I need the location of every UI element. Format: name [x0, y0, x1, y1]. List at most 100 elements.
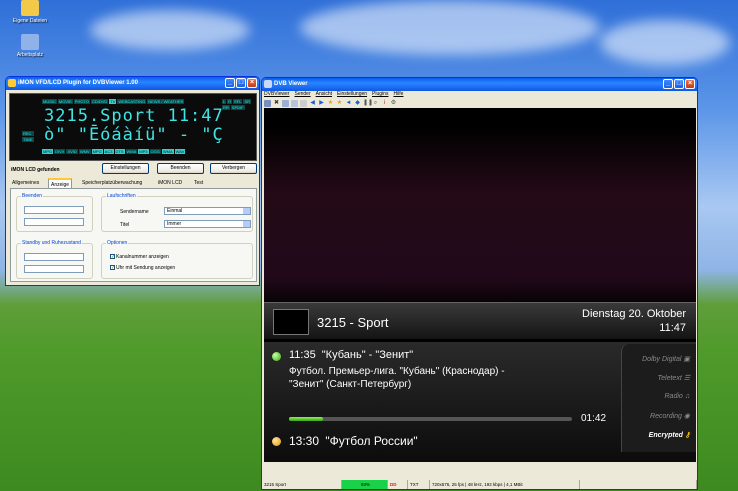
tab-general[interactable]: Allgemeines	[10, 178, 41, 188]
osd-header: 3215 - Sport Dienstag 20. Oktober 11:47	[264, 302, 696, 339]
signal-strength: 93%	[342, 480, 388, 489]
desktop-edge	[698, 0, 738, 491]
close-button[interactable]: ×	[247, 78, 257, 88]
encrypted-indicator: Encrypted ⚷	[649, 431, 690, 439]
favorite-icon[interactable]: ★	[327, 100, 334, 107]
group-quit: Beenden	[16, 193, 93, 232]
desktop-icon-eigene-dateien[interactable]: Eigene Dateien	[5, 0, 55, 24]
menu-view[interactable]: Ansicht	[316, 91, 332, 98]
toolbar: ✖ ◀ ▶ ★ ★ ◄ ◆ ❚❚ ⌕ i ⚙	[262, 98, 697, 108]
imon-titlebar[interactable]: iMON VFD/LCD Plugin for DVBViewer 1.00 _…	[6, 77, 259, 90]
menu-help[interactable]: Hilfe	[393, 91, 403, 98]
display-icon[interactable]	[291, 99, 298, 107]
channel-name: 3215 - Sport	[317, 315, 389, 330]
group-legend: Standby und Ruhezustand	[21, 240, 82, 246]
volume-icon[interactable]: ◆	[354, 100, 361, 107]
osd-date: Dienstag 20. Oktober	[582, 308, 686, 320]
osd-time: 11:47	[659, 322, 686, 334]
minimize-button[interactable]: _	[663, 79, 673, 89]
hide-button[interactable]: Verbergen	[210, 163, 257, 174]
tab-test[interactable]: Test	[192, 178, 205, 188]
lcd-top-tag: MOVIE	[57, 99, 73, 104]
key-icon: ⚷	[684, 432, 690, 439]
record-tool-icon[interactable]	[300, 99, 307, 107]
group-legend: Beenden	[21, 193, 44, 199]
folder-icon	[21, 0, 39, 16]
next-time: 13:30	[289, 434, 320, 448]
indicator-label: Encrypted	[648, 432, 683, 439]
show-channel-number-checkbox[interactable]: ✓Kanalnummer anzeigen	[110, 254, 169, 260]
computer-icon	[21, 34, 39, 50]
maximize-button[interactable]: □	[236, 78, 246, 88]
fullscreen-icon[interactable]	[264, 99, 271, 107]
dolby-icon: ▣	[683, 356, 690, 363]
favorite-add-icon[interactable]: ★	[336, 100, 343, 107]
tab-strip: Allgemeines Anzeige Speicherplatzüberwac…	[10, 178, 257, 188]
close-tool-icon[interactable]: ✖	[273, 100, 280, 107]
quit-field-2[interactable]	[24, 218, 84, 226]
lcd-bottom-tag: DTS	[114, 149, 125, 154]
group-ticker: Laufschriften Sendername Einmal Titel Im…	[101, 193, 253, 232]
next-indicator-icon	[272, 437, 281, 446]
close-button[interactable]: ×	[685, 79, 695, 89]
next-line: 13:30 "Футбол России"	[289, 434, 418, 448]
sender-label: Sendername	[120, 209, 149, 215]
dolby-digital-indicator: Dolby Digital ▣	[642, 355, 690, 363]
sender-select[interactable]: Einmal	[164, 207, 251, 215]
title-select[interactable]: Immer	[164, 220, 251, 228]
checkbox-label: Kanalnummer anzeigen	[116, 254, 169, 260]
channel-down-icon[interactable]: ◄	[345, 100, 352, 107]
menu-settings[interactable]: Einstellungen	[337, 91, 367, 98]
checkbox-label: Uhr mit Sendung anzeigen	[116, 265, 176, 271]
teletext-status-icon: TXT	[408, 480, 430, 489]
dvb-titlebar[interactable]: DVB Viewer _ □ ×	[262, 78, 697, 91]
lcd-bottom-tag: WMA	[161, 149, 174, 154]
show-clock-checkbox[interactable]: ✓Uhr mit Sendung anzeigen	[110, 265, 175, 271]
settings-icon[interactable]: ⚙	[390, 100, 397, 107]
status-empty	[580, 480, 697, 489]
lcd-line-1: 3215.Sport 11:47	[44, 106, 224, 126]
forward-icon[interactable]: ▶	[318, 100, 325, 107]
remaining-time: 01:42	[581, 413, 607, 424]
lcd-left-tag: TIME	[22, 137, 34, 142]
osd-panel: 3215 - Sport Dienstag 20. Oktober 11:47 …	[264, 302, 696, 462]
progress-bar	[289, 417, 572, 421]
minimize-button[interactable]: _	[225, 78, 235, 88]
desktop-icon-label: Arbeitsplatz	[16, 52, 44, 58]
lcd-bottom-tag: WAV	[174, 149, 186, 154]
window-icon[interactable]	[282, 99, 289, 107]
standby-field-1[interactable]	[24, 253, 84, 261]
search-icon[interactable]: ⌕	[372, 100, 379, 107]
now-time: 11:35	[289, 349, 316, 361]
lcd-bottom-tag: WMA	[125, 149, 138, 154]
osd-datetime: Dienstag 20. Oktober 11:47	[582, 307, 686, 335]
tab-storage[interactable]: Speicherplatzüberwachung	[80, 178, 144, 188]
settings-button[interactable]: Einstellungen	[102, 163, 149, 174]
lcd-top-tag: PHOTO	[73, 99, 90, 104]
lcd-left-tag: REC	[22, 131, 34, 136]
desktop-icon-arbeitsplatz[interactable]: Arbeitsplatz	[5, 34, 55, 58]
pause-icon[interactable]: ❚❚	[363, 100, 373, 107]
tab-imon-lcd[interactable]: iMON LCD	[156, 178, 184, 188]
tab-display[interactable]: Anzeige	[48, 178, 73, 188]
lcd-right-tag: SFL	[233, 99, 243, 104]
back-icon[interactable]: ◀	[309, 100, 316, 107]
menu-bar: DVBViewer Sender Ansicht Einstellungen P…	[262, 91, 697, 98]
osd-epg: 11:35 "Кубань" - "Зенит" Футбол. Премьер…	[264, 342, 696, 462]
video-area[interactable]: 3215 - Sport Dienstag 20. Oktober 11:47 …	[264, 108, 696, 462]
window-title: iMON VFD/LCD Plugin for DVBViewer 1.00	[18, 80, 138, 86]
lcd-bottom-tag: MP3	[138, 149, 149, 154]
lcd-top-tag: NEWS / WEATHER	[147, 99, 185, 104]
info-icon[interactable]: i	[381, 100, 388, 107]
status-channel: 3215 Sport	[262, 480, 342, 489]
maximize-button[interactable]: □	[674, 79, 684, 89]
standby-field-2[interactable]	[24, 265, 84, 273]
group-standby: Standby und Ruhezustand	[16, 240, 93, 279]
quit-button[interactable]: Beenden	[157, 163, 204, 174]
status-bar: 3215 Sport 93% DD TXT 720x576, 25 fps | …	[262, 480, 697, 489]
quit-field-1[interactable]	[24, 206, 84, 214]
lcd-preview: MUSIC MOVIE PHOTO CD/DVD TV WEBCASTING NEWS / …	[9, 93, 257, 161]
menu-sender[interactable]: Sender	[294, 91, 310, 98]
menu-plugins[interactable]: Plugins	[372, 91, 388, 98]
menu-dvbviewer[interactable]: DVBViewer	[264, 91, 289, 98]
